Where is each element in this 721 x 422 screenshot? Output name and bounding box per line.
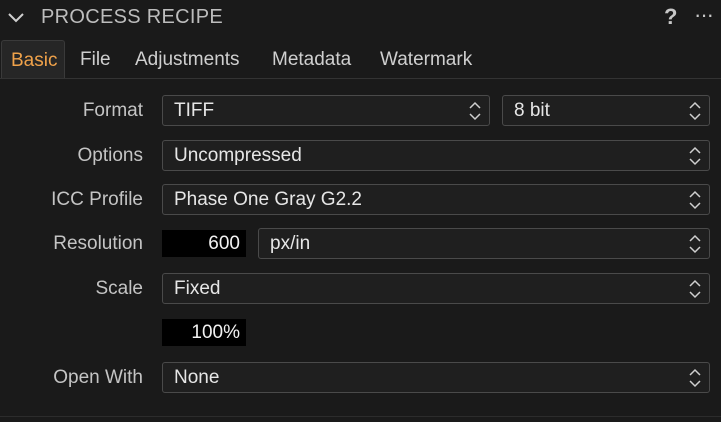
tab-file[interactable]: File <box>80 40 111 78</box>
help-icon[interactable]: ? <box>664 4 677 30</box>
tab-basic[interactable]: Basic <box>1 40 65 78</box>
tab-watermark[interactable]: Watermark <box>380 40 472 78</box>
open-with-label: Open With <box>53 367 143 388</box>
icc-profile-value: Phase One Gray G2.2 <box>174 189 362 210</box>
chevron-updown-icon <box>689 279 701 299</box>
options-value: Uncompressed <box>174 145 302 166</box>
resolution-label: Resolution <box>53 233 143 254</box>
chevron-updown-icon <box>689 234 701 254</box>
open-with-value: None <box>174 367 220 388</box>
scale-select[interactable]: Fixed <box>162 273 710 304</box>
chevron-updown-icon <box>689 190 701 210</box>
tab-divider <box>0 78 721 79</box>
panel-title: PROCESS RECIPE <box>41 6 224 28</box>
chevron-updown-icon <box>469 101 481 121</box>
format-value: TIFF <box>174 100 215 121</box>
resolution-unit-select[interactable]: px/in <box>258 228 710 259</box>
scale-value: Fixed <box>174 278 221 299</box>
scale-label: Scale <box>95 278 143 299</box>
panel-bottom-divider <box>0 416 721 417</box>
panel-header: PROCESS RECIPE ? ··· <box>0 0 721 36</box>
icc-profile-select[interactable]: Phase One Gray G2.2 <box>162 184 710 215</box>
open-with-select[interactable]: None <box>162 362 710 393</box>
format-select[interactable]: TIFF <box>162 95 490 126</box>
resolution-unit-value: px/in <box>270 233 311 254</box>
chevron-down-icon[interactable] <box>6 8 26 28</box>
bit-depth-value: 8 bit <box>514 100 550 121</box>
tab-metadata[interactable]: Metadata <box>272 40 351 78</box>
options-select[interactable]: Uncompressed <box>162 140 710 171</box>
options-label: Options <box>77 145 143 166</box>
tab-adjustments[interactable]: Adjustments <box>135 40 240 78</box>
tab-bar: Basic File Adjustments Metadata Watermar… <box>0 40 721 78</box>
format-label: Format <box>82 100 143 121</box>
more-options-icon[interactable]: ··· <box>694 2 714 28</box>
scale-percent-input[interactable]: 100% <box>162 319 246 346</box>
chevron-updown-icon <box>689 101 701 121</box>
chevron-updown-icon <box>689 146 701 166</box>
resolution-input[interactable]: 600 <box>162 230 246 257</box>
chevron-updown-icon <box>689 368 701 388</box>
process-recipe-panel: PROCESS RECIPE ? ··· Basic File Adjustme… <box>0 0 721 422</box>
icc-profile-label: ICC Profile <box>51 189 143 210</box>
bit-depth-select[interactable]: 8 bit <box>502 95 710 126</box>
